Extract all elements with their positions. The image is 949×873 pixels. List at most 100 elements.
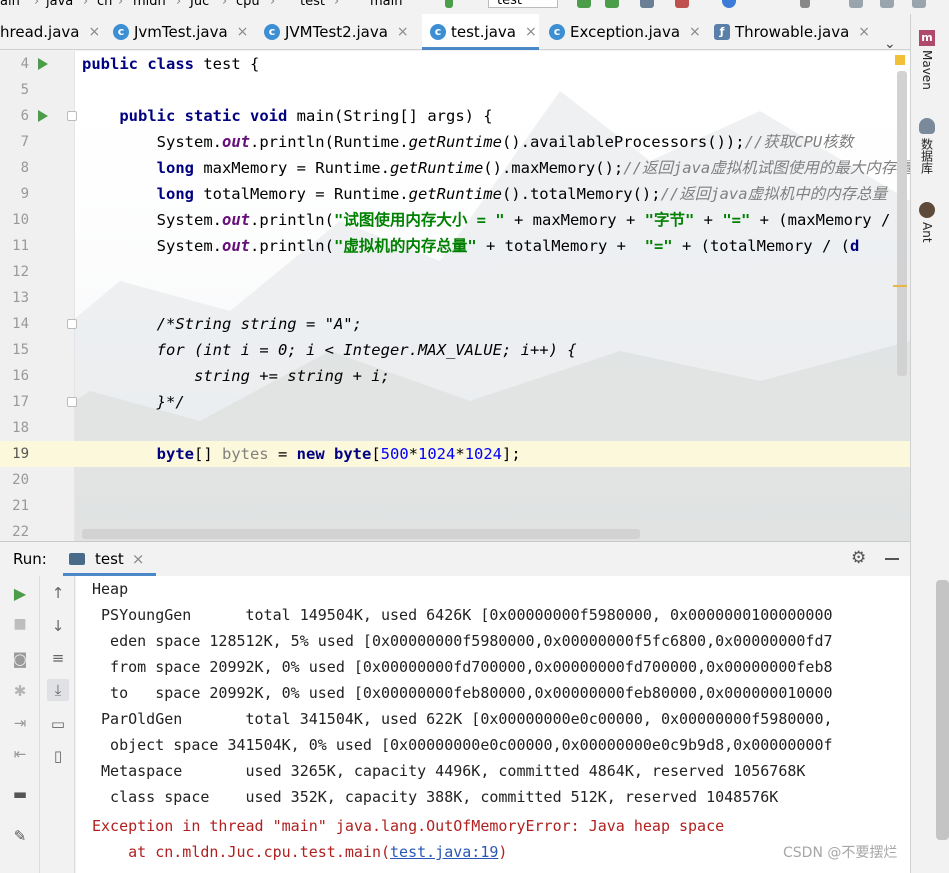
- error-stripe-marker[interactable]: [893, 285, 907, 287]
- line-number: 22: [12, 524, 29, 540]
- run-config-select[interactable]: test: [488, 0, 558, 8]
- breadcrumb-item[interactable]: ain: [0, 0, 20, 9]
- search-everywhere-icon[interactable]: [849, 0, 863, 8]
- tab-jvmtest2-java[interactable]: c JVMTest2.java ×: [264, 14, 422, 50]
- line-number: 8: [20, 160, 29, 176]
- maven-panel-button[interactable]: m Maven: [915, 30, 939, 90]
- tab-throwable-java[interactable]: ƒ Throwable.java ×: [714, 14, 874, 50]
- breadcrumb-item[interactable]: Juc: [190, 0, 209, 9]
- code-text: public class test {: [82, 55, 260, 73]
- breadcrumb-item[interactable]: cpu: [236, 0, 260, 9]
- code-line[interactable]: 7 System.out.println(Runtime.getRuntime(…: [0, 129, 910, 155]
- up-arrow-icon[interactable]: ↑: [47, 582, 69, 604]
- code-text: }*/: [156, 393, 185, 411]
- breadcrumb-separator: ›: [270, 0, 276, 9]
- close-icon[interactable]: ×: [397, 24, 409, 40]
- tab-exception-java[interactable]: c Exception.java ×: [549, 14, 706, 50]
- fold-marker-icon[interactable]: [67, 111, 77, 121]
- close-icon[interactable]: ×: [132, 550, 145, 568]
- minimize-icon[interactable]: [885, 558, 899, 560]
- breadcrumb-separator: ›: [83, 0, 89, 9]
- code-line[interactable]: 20: [0, 467, 910, 493]
- tab-jvmtest-java[interactable]: c JvmTest.java ×: [113, 14, 258, 50]
- breadcrumb-item[interactable]: java: [46, 0, 73, 9]
- gear-icon[interactable]: ⚙: [851, 548, 866, 568]
- layout-icon[interactable]: [880, 0, 894, 8]
- tab-test-java[interactable]: c test.java ×: [422, 14, 539, 50]
- code-line[interactable]: 17 }*/: [0, 389, 910, 415]
- login-icon[interactable]: ⇥: [9, 712, 31, 734]
- breadcrumb-item[interactable]: cn: [97, 0, 112, 9]
- layout-icon[interactable]: ▬: [9, 783, 31, 805]
- stop-icon[interactable]: ■: [9, 613, 31, 635]
- code-line[interactable]: 21: [0, 493, 910, 519]
- console-scrollbar[interactable]: [936, 580, 949, 840]
- code-line[interactable]: 10 System.out.println("试图使用内存大小 = " + ma…: [0, 207, 910, 233]
- code-line[interactable]: 9 long totalMemory = Runtime.getRuntime(…: [0, 181, 910, 207]
- close-icon[interactable]: ×: [88, 24, 100, 40]
- code-line[interactable]: 13: [0, 285, 910, 311]
- down-arrow-icon[interactable]: ↓: [47, 615, 69, 637]
- stacktrace-link[interactable]: test.java:19: [390, 843, 498, 861]
- back-arrow-icon[interactable]: [445, 0, 453, 8]
- run-gutter-icon[interactable]: [38, 110, 48, 122]
- console-line: object space 341504K, 0% used [0x0000000…: [92, 736, 833, 754]
- print-icon[interactable]: ▭: [47, 713, 69, 735]
- breadcrumb-item[interactable]: main: [370, 0, 402, 9]
- camera-icon[interactable]: ◙: [9, 648, 31, 670]
- tab-thread-java[interactable]: hread.java ×: [0, 14, 105, 50]
- close-icon[interactable]: ×: [689, 24, 701, 40]
- tab-list-chevron-icon[interactable]: ⌄: [884, 36, 896, 52]
- breadcrumb-separator: ›: [118, 0, 124, 9]
- code-line[interactable]: 16 string += string + i;: [0, 363, 910, 389]
- code-line[interactable]: 15 for (int i = 0; i < Integer.MAX_VALUE…: [0, 337, 910, 363]
- coverage-icon[interactable]: [640, 0, 654, 8]
- console-icon: [69, 553, 85, 565]
- trash-icon[interactable]: ▯: [47, 745, 69, 767]
- warning-marker-icon[interactable]: [895, 55, 905, 65]
- update-icon[interactable]: [722, 0, 736, 8]
- breadcrumb-item[interactable]: mldn: [133, 0, 166, 9]
- run-icon[interactable]: [577, 0, 591, 8]
- scroll-to-end-icon[interactable]: ⤓: [47, 679, 69, 701]
- line-number: 17: [12, 394, 29, 410]
- fold-marker-icon[interactable]: [67, 397, 77, 407]
- database-panel-button[interactable]: 数据库: [915, 118, 939, 174]
- close-icon[interactable]: ×: [858, 24, 870, 40]
- editor-horizontal-scrollbar[interactable]: [82, 529, 640, 539]
- breadcrumb-separator: ›: [34, 0, 40, 9]
- code-line-current[interactable]: 19 byte[] bytes = new byte[500*1024*1024…: [0, 441, 910, 467]
- debug-icon[interactable]: [605, 0, 619, 8]
- code-line[interactable]: 4 public class test {: [0, 51, 910, 77]
- profile-icon[interactable]: [675, 0, 689, 8]
- code-line[interactable]: 5: [0, 77, 910, 103]
- build-icon[interactable]: [800, 0, 810, 8]
- search-icon[interactable]: [912, 0, 926, 8]
- code-line[interactable]: 14 /*String string = "A";: [0, 311, 910, 337]
- code-line[interactable]: 18: [0, 415, 910, 441]
- breadcrumb-item[interactable]: test: [300, 0, 325, 9]
- code-text: byte[] bytes = new byte[500*1024*1024];: [156, 445, 521, 463]
- soft-wrap-icon[interactable]: ≡: [47, 647, 69, 669]
- code-line[interactable]: 11 System.out.println("虚拟机的内存总量" + total…: [0, 233, 910, 259]
- console-output[interactable]: Heap PSYoungGen total 149504K, used 6426…: [76, 576, 910, 873]
- run-tab-test[interactable]: test ×: [63, 542, 156, 576]
- editor-vertical-scrollbar[interactable]: [897, 71, 907, 376]
- line-number: 5: [20, 82, 29, 98]
- close-icon[interactable]: ×: [237, 24, 249, 40]
- ant-panel-button[interactable]: Ant: [915, 202, 939, 243]
- line-number: 11: [12, 238, 29, 254]
- code-editor[interactable]: 4 public class test { 5 6 public static …: [0, 51, 910, 541]
- java-class-icon: c: [264, 24, 280, 40]
- run-gutter-icon[interactable]: [38, 58, 48, 70]
- code-line[interactable]: 12: [0, 259, 910, 285]
- debug-bug-icon[interactable]: ✱: [9, 680, 31, 702]
- fold-marker-icon[interactable]: [67, 319, 77, 329]
- code-line[interactable]: 6 public static void main(String[] args)…: [0, 103, 910, 129]
- rerun-icon[interactable]: ▶: [9, 582, 31, 604]
- code-text: public static void main(String[] args) {: [119, 107, 493, 125]
- line-number: 10: [12, 212, 29, 228]
- close-icon[interactable]: ×: [525, 24, 537, 40]
- code-line[interactable]: 8 long maxMemory = Runtime.getRuntime().…: [0, 155, 910, 181]
- pin-icon[interactable]: ✎: [9, 825, 31, 847]
